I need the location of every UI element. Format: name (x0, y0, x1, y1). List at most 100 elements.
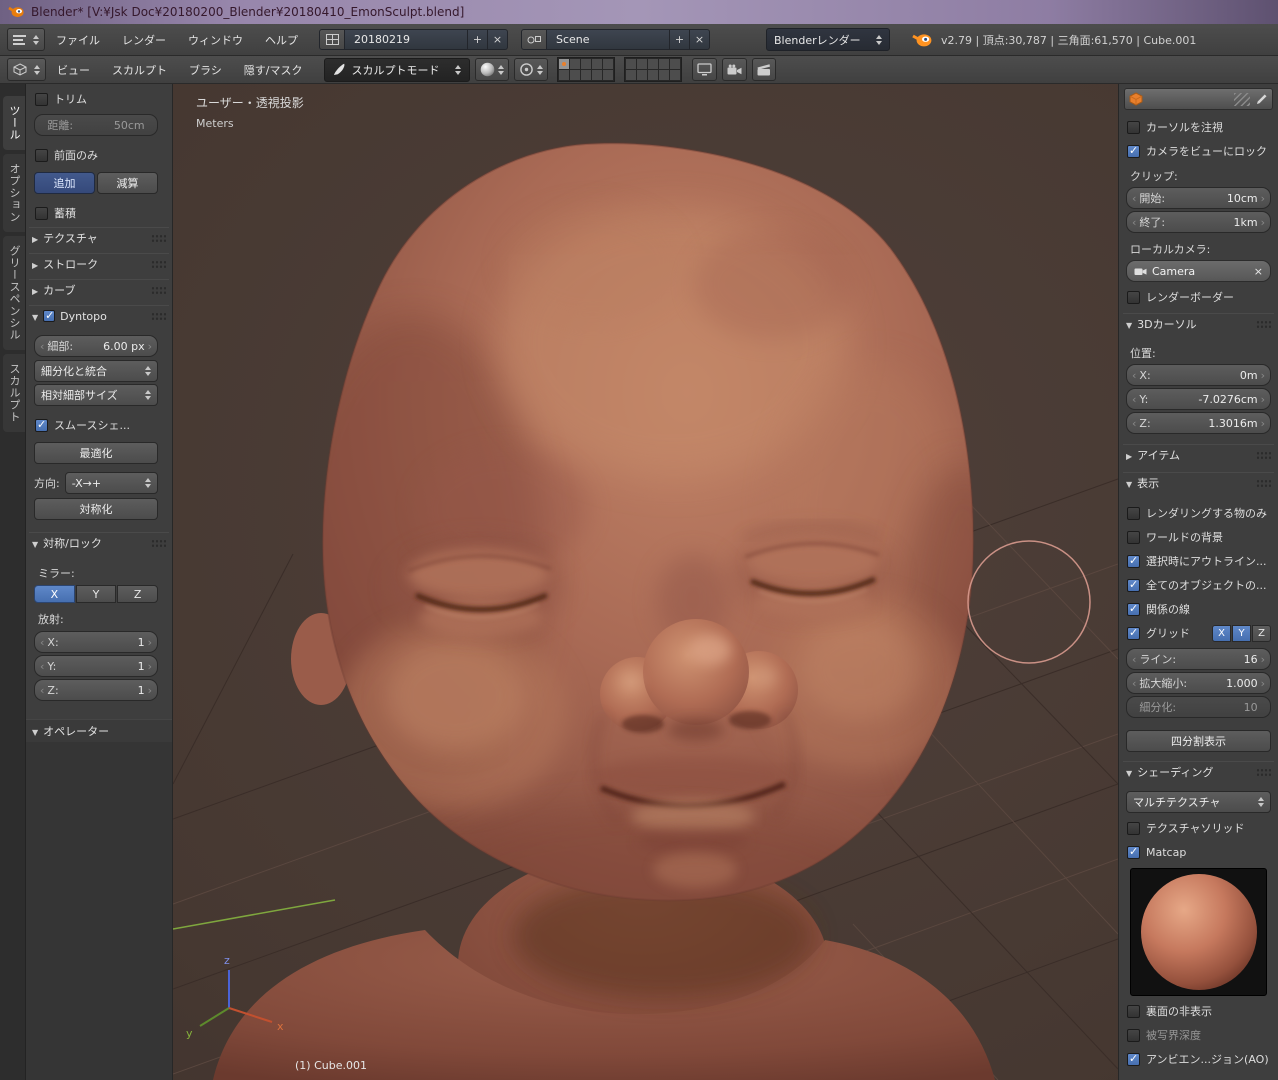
checkbox-box[interactable] (1127, 145, 1140, 158)
screen-layout-name-field[interactable]: 20180219 (345, 29, 468, 50)
radial-y-field[interactable]: Y: 1 (34, 655, 158, 677)
only-render-checkbox[interactable]: レンダリングする物のみ (1127, 504, 1271, 522)
checkbox-box[interactable] (35, 207, 48, 220)
grid-floor-checkbox[interactable]: グリッド X Y Z (1127, 624, 1271, 642)
cursor-x-field[interactable]: X: 0m (1126, 364, 1271, 386)
layer-cell[interactable] (592, 70, 602, 80)
symmetrize-direction-dropdown[interactable]: -X→+ (65, 472, 158, 494)
layers-group-1[interactable] (557, 57, 615, 82)
curve-panel-header[interactable]: カーブ (29, 279, 169, 300)
render-preview-button[interactable] (752, 58, 776, 81)
add-button[interactable]: 追加 (34, 172, 95, 194)
radial-x-field[interactable]: X: 1 (34, 631, 158, 653)
ambient-occlusion-checkbox[interactable]: アンビエン...ジョン(AO) (1127, 1050, 1271, 1068)
render-engine-dropdown[interactable]: Blenderレンダー (766, 28, 890, 51)
grid-scale-field[interactable]: 拡大縮小: 1.000 (1126, 672, 1271, 694)
layer-cell[interactable] (670, 59, 680, 69)
checkbox-box[interactable] (1127, 1029, 1140, 1042)
clear-camera-button[interactable]: × (1254, 265, 1263, 278)
3d-cursor-panel-header[interactable]: 3Dカーソル (1123, 313, 1274, 334)
layer-cell[interactable] (559, 70, 569, 80)
viewport-shading-dropdown[interactable] (475, 58, 509, 81)
scene-close-button[interactable]: × (690, 29, 710, 50)
layers-group-2[interactable] (624, 57, 682, 82)
distance-field[interactable]: 距離: 50cm (34, 114, 158, 136)
tab-tools[interactable]: ツール (3, 96, 25, 150)
layer-cell[interactable] (603, 70, 613, 80)
layer-cell[interactable] (648, 70, 658, 80)
lock-camera-to-view-checkbox[interactable]: カメラをビューにロック (1127, 142, 1271, 160)
layer-cell[interactable] (581, 59, 591, 69)
detail-type-dropdown[interactable]: 相対細部サイズ (34, 384, 158, 406)
mirror-y-button[interactable]: Y (76, 585, 117, 603)
menu-hide-mask[interactable]: 隠す/マスク (233, 62, 314, 78)
layer-cell[interactable] (659, 70, 669, 80)
checkbox-box[interactable] (1127, 579, 1140, 592)
detail-size-field[interactable]: 細部: 6.00 px (34, 335, 158, 357)
mode-dropdown[interactable]: スカルプトモード (324, 58, 470, 82)
grid-lines-field[interactable]: ライン: 16 (1126, 648, 1271, 670)
layer-cell[interactable] (626, 59, 636, 69)
display-panel-header[interactable]: 表示 (1123, 472, 1274, 493)
checkbox-box[interactable] (1127, 846, 1140, 859)
trim-checkbox[interactable]: トリム (35, 90, 158, 108)
texture-panel-header[interactable]: テクスチャ (29, 227, 169, 248)
checkbox-box[interactable] (35, 93, 48, 106)
layer-cell[interactable] (670, 70, 680, 80)
layer-cell[interactable] (581, 70, 591, 80)
quad-view-button[interactable]: 四分割表示 (1126, 730, 1271, 752)
cursor-depth-checkbox[interactable]: カーソルを注視 (1127, 118, 1271, 136)
cursor-z-field[interactable]: Z: 1.3016m (1126, 412, 1271, 434)
menu-sculpt[interactable]: スカルプト (101, 62, 178, 78)
checkbox-box[interactable] (35, 419, 48, 432)
mirror-x-button[interactable]: X (34, 585, 75, 603)
3d-viewport[interactable]: z y x ユーザー・透視投影 Meters (1) Cube.001 (173, 84, 1118, 1080)
cursor-y-field[interactable]: Y: -7.0276cm (1126, 388, 1271, 410)
layer-cell[interactable] (637, 70, 647, 80)
camera-view-button[interactable] (722, 58, 747, 81)
layer-cell[interactable] (648, 59, 658, 69)
texture-solid-checkbox[interactable]: テクスチャソリッド (1127, 819, 1271, 837)
checkbox-box[interactable] (1127, 531, 1140, 544)
tab-options[interactable]: オプション (3, 154, 25, 232)
grid-x-button[interactable]: X (1212, 625, 1231, 642)
front-faces-only-checkbox[interactable]: 前面のみ (35, 146, 158, 164)
checkbox-box[interactable] (1127, 291, 1140, 304)
checkbox-box[interactable] (1127, 507, 1140, 520)
checkbox-box[interactable] (1127, 822, 1140, 835)
detail-refine-method-dropdown[interactable]: 細分化と統合 (34, 360, 158, 382)
checkbox-box[interactable] (35, 149, 48, 162)
operator-panel-header[interactable]: オペレーター (26, 719, 172, 742)
optimize-button[interactable]: 最適化 (34, 442, 158, 464)
menu-brush[interactable]: ブラシ (178, 62, 233, 78)
symmetrize-button[interactable]: 対称化 (34, 498, 158, 520)
grid-subdivisions-field[interactable]: 細分化: 10 (1126, 696, 1271, 718)
checkbox-box[interactable] (1127, 555, 1140, 568)
scene-add-button[interactable]: + (670, 29, 690, 50)
tab-sculpt[interactable]: スカルプト (3, 354, 25, 432)
clip-start-field[interactable]: 開始: 10cm (1126, 187, 1271, 209)
layer-cell[interactable] (570, 70, 580, 80)
pivot-point-dropdown[interactable] (514, 58, 548, 81)
screen-layout-close-button[interactable]: × (488, 29, 508, 50)
symmetry-lock-panel-header[interactable]: 対称/ロック (29, 532, 169, 553)
editor-type-selector[interactable] (7, 28, 45, 51)
item-panel-header[interactable]: アイテム (1123, 444, 1274, 465)
layer-cell[interactable] (659, 59, 669, 69)
grid-z-button[interactable]: Z (1252, 625, 1271, 642)
depth-of-field-checkbox[interactable]: 被写界深度 (1127, 1026, 1271, 1044)
backface-culling-checkbox[interactable]: 裏面の非表示 (1127, 1002, 1271, 1020)
mirror-z-button[interactable]: Z (117, 585, 158, 603)
checkbox-box[interactable] (1127, 627, 1140, 640)
radial-z-field[interactable]: Z: 1 (34, 679, 158, 701)
sculpted-head[interactable] (213, 143, 1023, 1080)
scene-name-field[interactable]: Scene (547, 29, 670, 50)
stroke-panel-header[interactable]: ストローク (29, 253, 169, 274)
viewport-editor-selector[interactable] (7, 58, 46, 81)
all-object-origins-checkbox[interactable]: 全てのオブジェクトの... (1127, 576, 1271, 594)
accumulate-checkbox[interactable]: 蓄積 (35, 204, 158, 222)
screen-layout-add-button[interactable]: + (468, 29, 488, 50)
checkbox-box[interactable] (1127, 1053, 1140, 1066)
menu-render[interactable]: レンダー (111, 32, 177, 48)
layer-cell[interactable] (626, 70, 636, 80)
